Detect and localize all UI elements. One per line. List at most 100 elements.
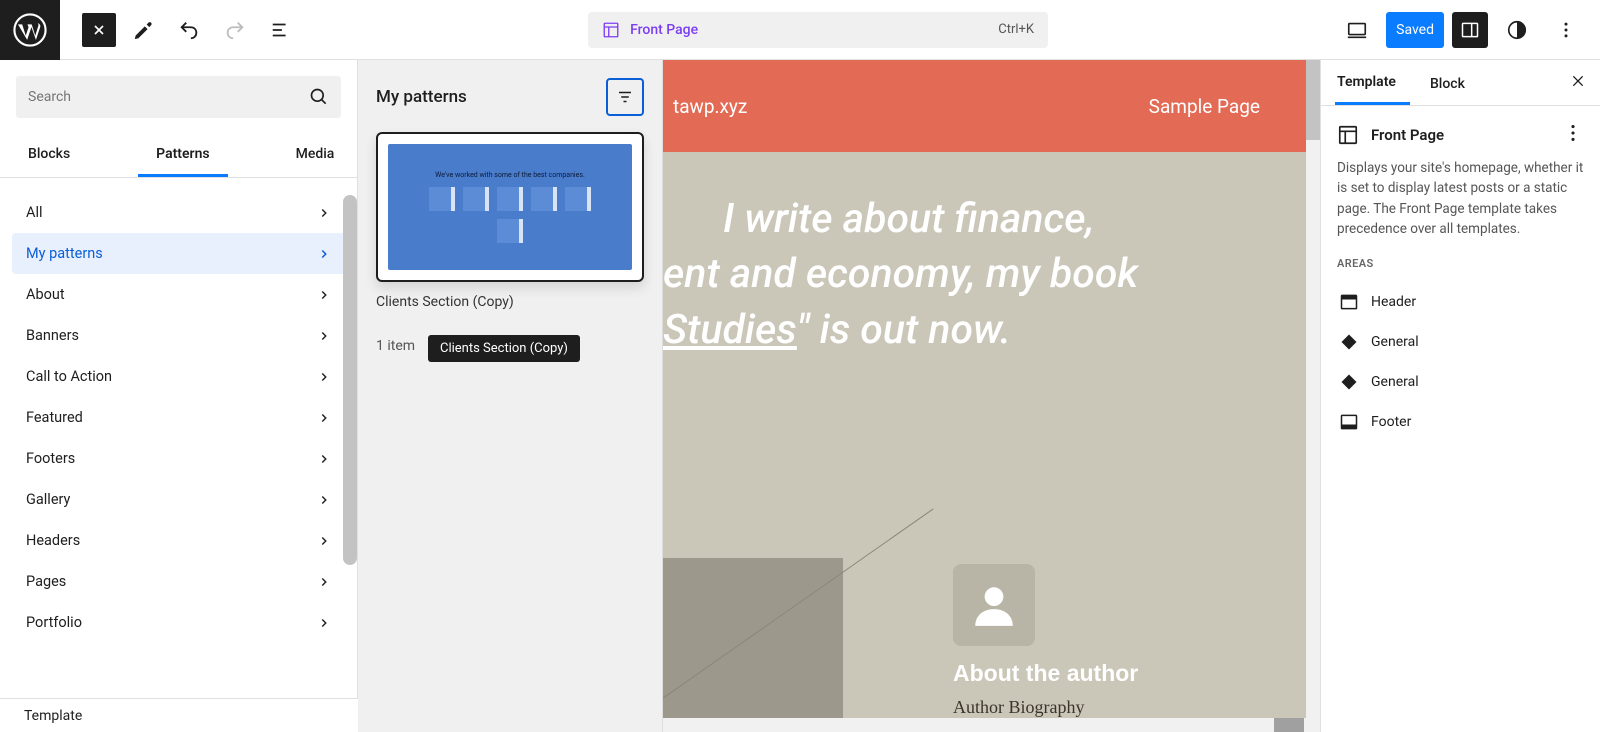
category-my-patterns[interactable]: My patterns <box>12 233 345 274</box>
category-about[interactable]: About <box>12 274 345 315</box>
chevron-right-icon <box>317 288 331 302</box>
pattern-category-list: All My patterns About Banners Call to Ac… <box>0 178 357 732</box>
canvas-scrollbar-horizontal-track[interactable] <box>663 718 1306 732</box>
category-label: Featured <box>26 409 83 426</box>
tab-media[interactable]: Media <box>278 134 353 177</box>
author-box[interactable]: About the author Author Biography <box>953 564 1138 718</box>
search-icon <box>309 87 329 107</box>
pattern-tooltip: Clients Section (Copy) <box>428 335 580 362</box>
template-icon <box>602 21 620 39</box>
breadcrumb-item: Template <box>24 708 82 724</box>
canvas-scrollbar-vertical-track[interactable] <box>1306 60 1320 732</box>
chevron-right-icon <box>317 452 331 466</box>
chevron-right-icon <box>317 370 331 384</box>
editor-canvas[interactable]: tawp.xyz Sample Page I write about finan… <box>663 60 1320 732</box>
area-header[interactable]: Header <box>1337 282 1584 322</box>
category-label: Call to Action <box>26 368 112 385</box>
search-field-wrapper[interactable] <box>16 76 341 118</box>
hero-book-title: Studies <box>663 306 797 354</box>
redo-button[interactable] <box>216 11 254 49</box>
tools-button[interactable] <box>124 11 162 49</box>
hero-line-3: " is out now. <box>797 306 1011 354</box>
category-all[interactable]: All <box>12 192 345 233</box>
pattern-flyout: My patterns We've worked with some of th… <box>358 60 663 732</box>
category-headers[interactable]: Headers <box>12 520 345 561</box>
image-placeholder[interactable] <box>663 558 843 718</box>
category-portfolio[interactable]: Portfolio <box>12 602 345 643</box>
diamond-icon <box>1339 332 1359 352</box>
template-icon <box>1337 124 1359 146</box>
category-label: Pages <box>26 573 66 590</box>
category-pages[interactable]: Pages <box>12 561 345 602</box>
pattern-preview: We've worked with some of the best compa… <box>388 144 632 270</box>
area-general-1[interactable]: General <box>1337 322 1584 362</box>
page-header-block[interactable]: tawp.xyz Sample Page <box>663 60 1320 152</box>
area-label: General <box>1371 334 1419 350</box>
close-icon <box>1570 73 1586 89</box>
template-actions-button[interactable] <box>1562 122 1584 148</box>
chevron-right-icon <box>317 575 331 589</box>
settings-sidebar: Template Block Front Page Displays your … <box>1320 60 1600 732</box>
category-featured[interactable]: Featured <box>12 397 345 438</box>
chevron-right-icon <box>317 534 331 548</box>
tab-blocks[interactable]: Blocks <box>10 134 88 177</box>
chevron-right-icon <box>317 616 331 630</box>
category-banners[interactable]: Banners <box>12 315 345 356</box>
category-footers[interactable]: Footers <box>12 438 345 479</box>
top-toolbar: Front Page Ctrl+K Saved <box>0 0 1600 60</box>
area-footer[interactable]: Footer <box>1337 402 1584 442</box>
category-label: Banners <box>26 327 79 344</box>
chevron-right-icon <box>317 247 331 261</box>
document-title: Front Page <box>630 22 698 38</box>
wordpress-logo[interactable] <box>0 0 60 60</box>
settings-panel-toggle[interactable] <box>1452 12 1488 48</box>
category-label: Headers <box>26 532 80 549</box>
category-call-to-action[interactable]: Call to Action <box>12 356 345 397</box>
category-label: Portfolio <box>26 614 82 631</box>
document-overview-button[interactable] <box>262 11 300 49</box>
tab-template[interactable]: Template <box>1335 60 1410 105</box>
area-label: General <box>1371 374 1419 390</box>
filter-button[interactable] <box>606 78 644 116</box>
area-label: Footer <box>1371 414 1411 430</box>
canvas-scrollbar-horizontal-thumb[interactable] <box>1274 718 1304 732</box>
inserter-scrollbar[interactable] <box>343 195 357 565</box>
person-icon <box>969 580 1019 630</box>
diamond-icon <box>1339 372 1359 392</box>
breadcrumb-bar[interactable]: Template <box>0 698 358 732</box>
document-title-bar[interactable]: Front Page Ctrl+K <box>588 12 1048 48</box>
areas-section-label: AREAS <box>1337 257 1584 270</box>
styles-icon <box>1506 19 1528 41</box>
close-sidebar-button[interactable] <box>1570 73 1586 93</box>
category-label: My patterns <box>26 245 103 262</box>
styles-button[interactable] <box>1496 12 1538 48</box>
canvas-scrollbar-vertical-thumb[interactable] <box>1306 60 1320 140</box>
tab-patterns[interactable]: Patterns <box>138 134 227 177</box>
hero-text[interactable]: I write about finance, ent and economy, … <box>663 192 1310 358</box>
more-vertical-icon <box>1562 122 1584 144</box>
undo-button[interactable] <box>170 11 208 49</box>
template-description: Displays your site's homepage, whether i… <box>1337 158 1584 239</box>
page-body-block[interactable]: I write about finance, ent and economy, … <box>663 152 1320 718</box>
options-button[interactable] <box>1546 12 1586 48</box>
about-subtitle: Author Biography <box>953 697 1138 718</box>
command-shortcut: Ctrl+K <box>998 22 1034 37</box>
category-gallery[interactable]: Gallery <box>12 479 345 520</box>
search-input[interactable] <box>28 89 309 105</box>
pattern-label: Clients Section (Copy) <box>376 294 644 310</box>
category-label: Footers <box>26 450 75 467</box>
save-button[interactable]: Saved <box>1386 12 1444 48</box>
chevron-right-icon <box>317 206 331 220</box>
pattern-card[interactable]: We've worked with some of the best compa… <box>376 132 644 282</box>
more-vertical-icon <box>1556 20 1576 40</box>
tab-block[interactable]: Block <box>1428 62 1479 104</box>
author-avatar <box>953 564 1035 646</box>
area-general-2[interactable]: General <box>1337 362 1584 402</box>
view-button[interactable] <box>1336 12 1378 48</box>
pattern-preview-caption: We've worked with some of the best compa… <box>435 171 585 179</box>
close-inserter-button[interactable] <box>82 13 116 47</box>
inserter-panel: Blocks Patterns Media All My patterns Ab… <box>0 60 358 732</box>
area-label: Header <box>1371 294 1416 310</box>
nav-link-sample-page[interactable]: Sample Page <box>1149 95 1260 118</box>
save-button-label: Saved <box>1396 22 1434 38</box>
